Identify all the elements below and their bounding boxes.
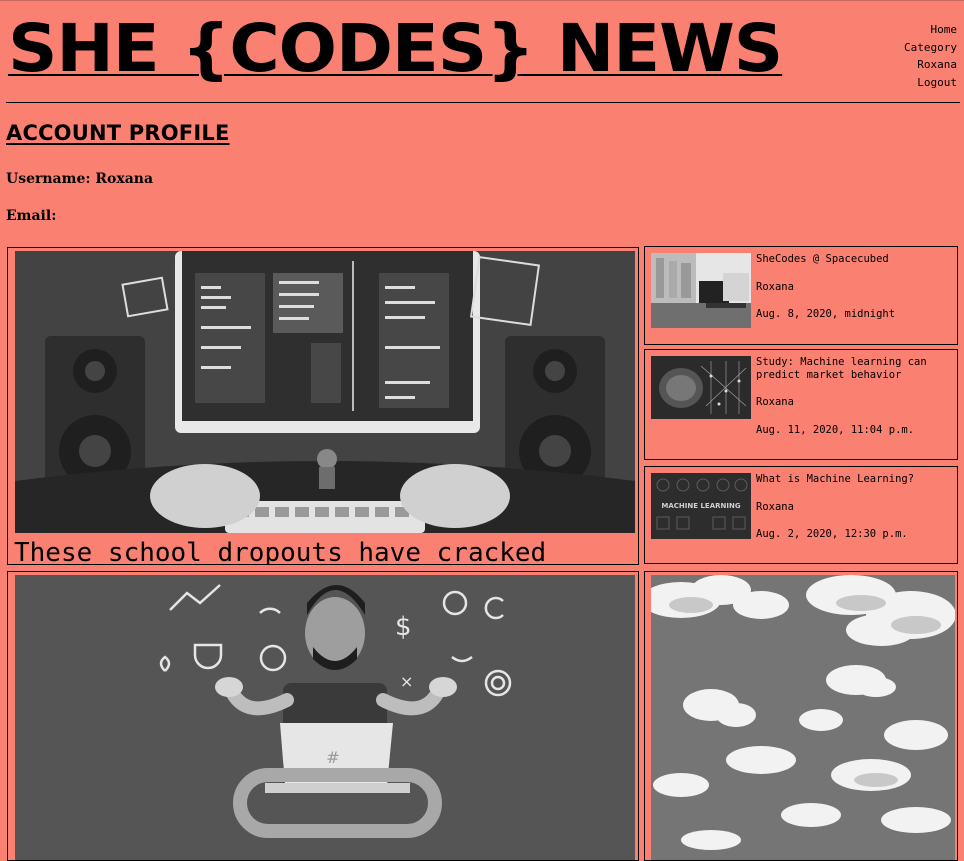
side-story-card[interactable]: MACHINE LEARNING What is Machine Learnin… (644, 466, 958, 564)
side-story-author: Roxana (756, 396, 794, 408)
main-story-card[interactable]: $ × # (7, 571, 639, 861)
side-story-title[interactable]: SheCodes @ Spacecubed (756, 253, 951, 266)
side-story-text: What is Machine Learning? Roxana Aug. 2,… (756, 473, 951, 556)
side-story-date: Aug. 2, 2020, 12:30 p.m. (756, 528, 908, 540)
main-story-card[interactable]: These school dropouts have cracked (7, 247, 639, 565)
header-divider (6, 102, 960, 103)
nav-category[interactable]: Category (904, 39, 957, 57)
story-thumbnail-ai-brain[interactable] (651, 356, 751, 419)
thumbnail-caption: MACHINE LEARNING (661, 502, 740, 510)
side-story-author: Roxana (756, 500, 794, 513)
side-story-title[interactable]: What is Machine Learning? (756, 473, 951, 486)
side-story-card[interactable]: Study: Machine learning can predict mark… (644, 349, 958, 460)
svg-text:#: # (326, 748, 339, 767)
site-title-link[interactable]: SHE {CODES} NEWS (8, 9, 783, 89)
story-image-clouds[interactable] (651, 575, 955, 861)
email-field: Email: (6, 208, 57, 224)
side-story-title[interactable]: Study: Machine learning can predict mark… (756, 356, 951, 381)
story-thumbnail-office[interactable] (651, 253, 751, 328)
username-field: Username: Roxana (6, 171, 154, 187)
site-header: SHE {CODES} NEWS Home Category Roxana Lo… (0, 0, 964, 104)
story-title[interactable]: These school dropouts have cracked (14, 538, 546, 564)
svg-text:$: $ (395, 612, 412, 642)
side-story-card[interactable] (644, 571, 958, 861)
nav-logout[interactable]: Logout (904, 74, 957, 92)
side-story-text: Study: Machine learning can predict mark… (756, 356, 951, 451)
nav-profile[interactable]: Roxana (904, 56, 957, 74)
main-nav: Home Category Roxana Logout (904, 21, 957, 91)
side-story-card[interactable]: SheCodes @ Spacecubed Roxana Aug. 8, 202… (644, 246, 958, 345)
svg-text:×: × (400, 672, 413, 691)
story-image-developer-setup[interactable] (15, 251, 635, 533)
account-profile-heading: ACCOUNT PROFILE (6, 121, 230, 145)
nav-home[interactable]: Home (904, 21, 958, 39)
story-image-meditating-coder[interactable]: $ × # (15, 575, 635, 861)
side-story-date: Aug. 11, 2020, 11:04 p.m. (756, 423, 915, 436)
side-story-date: Aug. 8, 2020, midnight (756, 308, 896, 320)
side-story-author: Roxana (756, 280, 794, 293)
story-thumbnail-machine-learning[interactable]: MACHINE LEARNING (651, 473, 751, 539)
side-story-text: SheCodes @ Spacecubed Roxana Aug. 8, 202… (756, 253, 951, 336)
